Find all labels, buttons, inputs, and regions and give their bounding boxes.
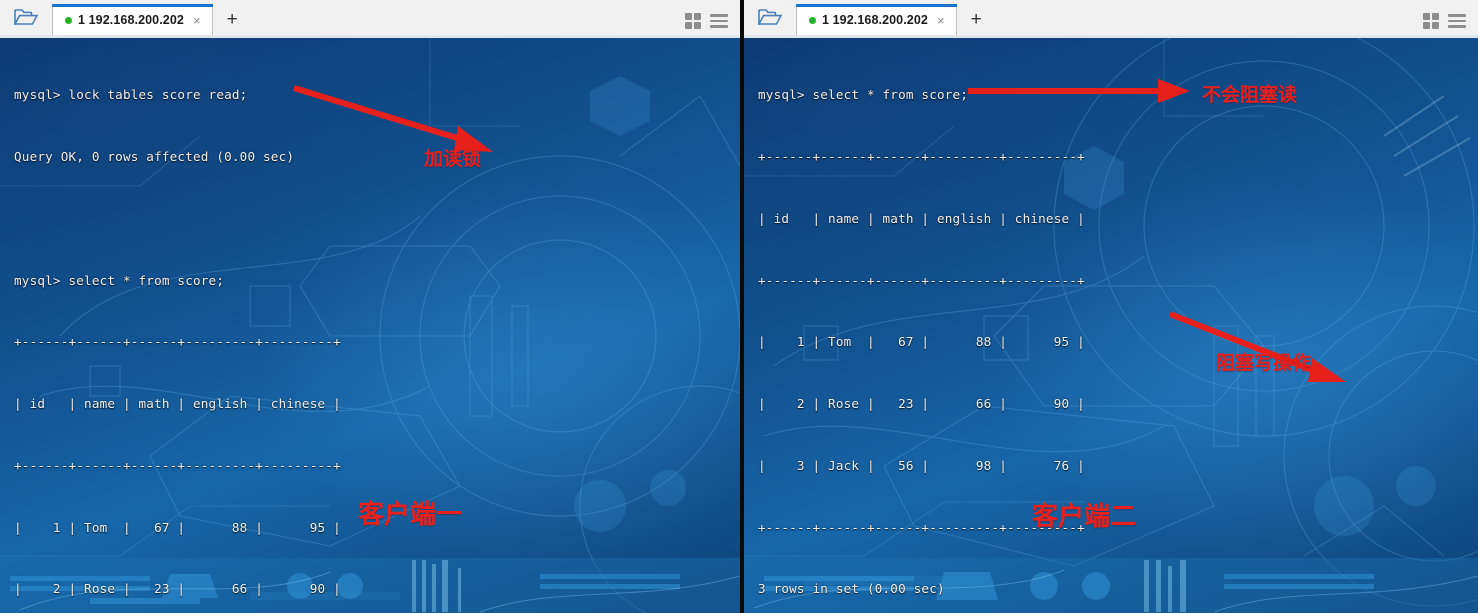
hamburger-menu-icon-right[interactable] — [1448, 14, 1466, 28]
terminal-line: mysql> select * from score; — [14, 272, 225, 288]
terminal-line: | 2 | Rose | 23 | 66 | 90 | — [758, 396, 1085, 412]
toolbar-icons-right — [1423, 13, 1478, 35]
terminal-body-right[interactable]: mysql> select * from score; +------+----… — [744, 36, 1478, 613]
terminal-line: | id | name | math | english | chinese | — [14, 396, 341, 412]
toolbar-icons-left — [685, 13, 740, 35]
folder-open-icon[interactable] — [0, 0, 52, 35]
terminal-line: +------+------+------+---------+--------… — [758, 148, 1085, 164]
terminal-line: | 2 | Rose | 23 | 66 | 90 | — [14, 581, 341, 597]
terminal-line: 3 rows in set (0.00 sec) — [758, 581, 945, 597]
folder-open-icon-right[interactable] — [744, 0, 796, 35]
dual-terminal-screenshot: 1 192.168.200.202 × + mysql> lock tables… — [0, 0, 1478, 613]
terminal-line: | id | name | math | english | chinese | — [758, 210, 1085, 226]
tab-close-icon-right[interactable]: × — [934, 14, 948, 27]
terminal-body-left[interactable]: mysql> lock tables score read; Query OK,… — [0, 36, 740, 613]
terminal-line: | 1 | Tom | 67 | 88 | 95 | — [758, 334, 1085, 350]
annotation-client-two: 客户端二 — [1032, 502, 1137, 532]
terminal-line: | 3 | Jack | 56 | 98 | 76 | — [758, 457, 1085, 473]
new-tab-button-right[interactable]: + — [957, 4, 996, 35]
terminal-line: +------+------+------+---------+--------… — [14, 457, 341, 473]
annotation-read-lock: 加读锁 — [424, 148, 482, 170]
annotation-no-read-block: 不会阻塞读 — [1202, 84, 1298, 106]
terminal-line: +------+------+------+---------+--------… — [758, 272, 1085, 288]
tab-title-left: 1 192.168.200.202 — [78, 13, 184, 27]
terminal-window-right: 1 192.168.200.202 × + mysql> select * fr… — [744, 0, 1478, 613]
new-tab-button-left[interactable]: + — [213, 4, 252, 35]
terminal-window-left: 1 192.168.200.202 × + mysql> lock tables… — [0, 0, 740, 613]
tab-close-icon-left[interactable]: × — [190, 14, 204, 27]
tab-status-dot-icon-right — [809, 16, 816, 24]
annotation-write-block: 阻塞写操作 — [1216, 352, 1312, 374]
tab-bar-right: 1 192.168.200.202 × + — [744, 0, 1478, 38]
terminal-line: +------+------+------+---------+--------… — [14, 334, 341, 350]
grid-view-icon-left[interactable] — [685, 13, 701, 29]
annotation-arrow-no-read-block — [966, 78, 1196, 104]
hamburger-menu-icon-left[interactable] — [710, 14, 728, 28]
tab-item-right[interactable]: 1 192.168.200.202 × — [796, 4, 957, 35]
grid-view-icon-right[interactable] — [1423, 13, 1439, 29]
tab-item-left[interactable]: 1 192.168.200.202 × — [52, 4, 213, 35]
tab-status-dot-icon — [65, 16, 72, 24]
annotation-client-one: 客户端一 — [358, 500, 463, 530]
tab-title-right: 1 192.168.200.202 — [822, 13, 928, 27]
tab-bar-left: 1 192.168.200.202 × + — [0, 0, 740, 38]
